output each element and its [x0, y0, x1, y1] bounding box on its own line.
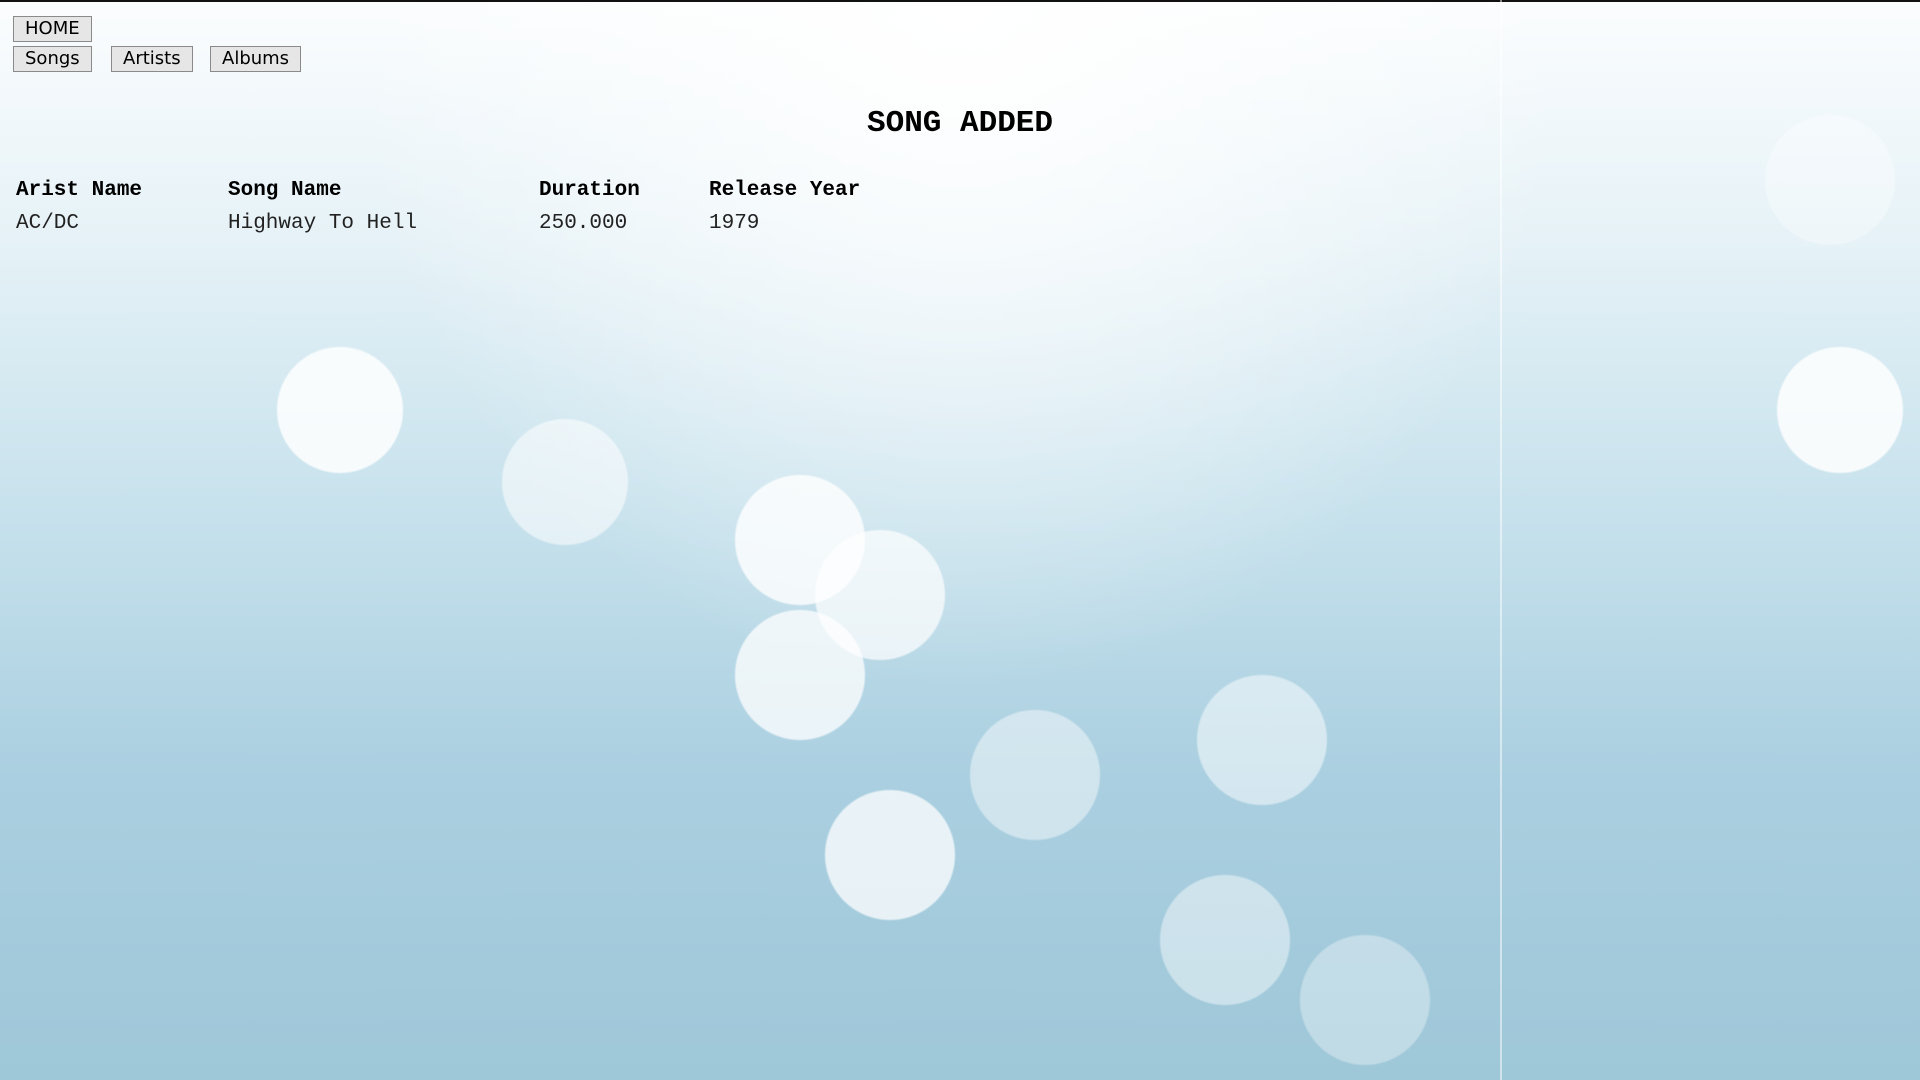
songs-button[interactable]: Songs	[13, 46, 92, 72]
cell-duration: 250.000	[539, 212, 628, 235]
cell-artist-name: AC/DC	[16, 212, 80, 235]
header-song-name: Song Name	[228, 179, 342, 202]
home-button[interactable]: HOME	[13, 16, 92, 42]
top-border	[0, 0, 1920, 2]
cell-song-name: Highway To Hell	[228, 212, 418, 235]
artists-button[interactable]: Artists	[111, 46, 193, 72]
header-duration: Duration	[539, 179, 640, 202]
albums-button[interactable]: Albums	[210, 46, 302, 72]
page-title: SONG ADDED	[866, 106, 1054, 141]
header-artist-name: Arist Name	[16, 179, 143, 202]
cell-release-year: 1979	[709, 212, 760, 235]
header-release-year: Release Year	[709, 179, 861, 202]
background-seam	[1500, 0, 1502, 1080]
